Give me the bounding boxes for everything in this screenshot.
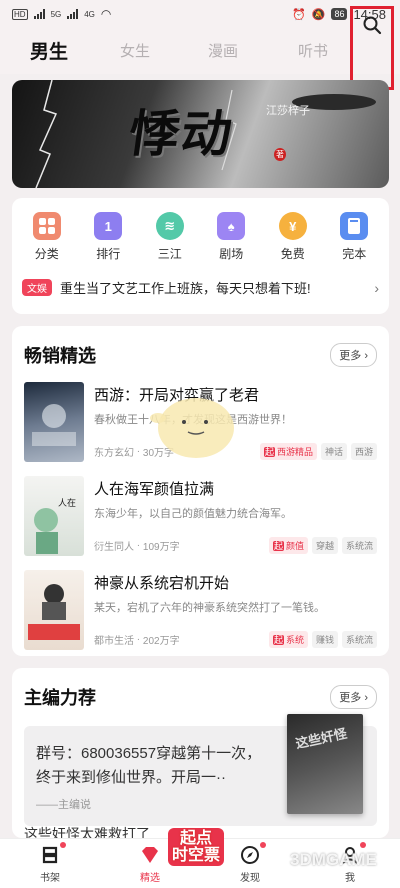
book-cover[interactable]: 这些奸怪 [287, 714, 363, 814]
book-title: 人在海军颜值拉满 [94, 481, 215, 498]
category-item[interactable]: 完本 [329, 212, 379, 262]
rank-icon: 1 [94, 212, 123, 240]
category-label: 免费 [280, 247, 305, 261]
book-tag: 神话 [320, 443, 347, 460]
bookshelf-icon [42, 846, 58, 864]
alarm-icon: ⏰ [292, 8, 306, 21]
book-tag-main: 起西游精品 [259, 443, 317, 460]
book-desc: 东海少年，以自己的颜值魅力统合海军。 [94, 508, 292, 520]
book-title: 神豪从系统宕机开始 [94, 575, 230, 592]
cover-title: 这些奸怪 [294, 725, 349, 752]
hd-badge: HD [12, 8, 28, 20]
diamond-icon [142, 847, 158, 863]
category-item[interactable]: ♠ 剧场 [206, 212, 256, 262]
category-label: 分类 [34, 247, 59, 261]
banner[interactable]: 悸动 江莎梓子 著 [12, 80, 389, 188]
category-item[interactable]: ≋ 三江 [145, 212, 195, 262]
book-desc: 某天，宕机了六年的神豪系统突然打了一笔钱。 [94, 602, 325, 614]
tab-comics[interactable]: 漫画 [208, 40, 238, 61]
book-tag: 系统流 [341, 537, 377, 554]
book-words: 202万字 [142, 636, 180, 647]
banner-title: 悸动 [125, 104, 238, 163]
book-tag: 西游 [350, 443, 377, 460]
top-nav: 男生 女生 漫画 听书 [0, 28, 400, 74]
badge-dot [360, 842, 366, 848]
book-item[interactable]: 人在 人在海军颜值拉满 东海少年，以自己的颜值魅力统合海军。 衍生同人 · 10… [12, 476, 389, 556]
category-item[interactable]: 1 排行 [83, 212, 133, 262]
mascot-icon [150, 398, 234, 458]
book-cover[interactable]: 人在 [24, 476, 84, 556]
book-tag: 系统流 [341, 631, 377, 648]
category-card: 分类 1 排行 ≋ 三江 ♠ 剧场 ¥ 免费 完本 文娱 重生当了文艺工作上班族… [12, 198, 389, 314]
book-words: 109万字 [142, 542, 180, 553]
search-icon [363, 16, 382, 35]
book-icon [340, 212, 369, 240]
category-item[interactable]: ¥ 免费 [268, 212, 318, 262]
book-item[interactable]: 神豪从系统宕机开始 某天，宕机了六年的神豪系统突然打了一笔钱。 都市生活 · 2… [12, 570, 389, 650]
lightning-icon [35, 80, 58, 188]
more-label: 更多 [339, 350, 362, 362]
search-button[interactable] [350, 6, 394, 90]
book-genre: 东方玄幻 [94, 448, 134, 459]
tab-audiobooks[interactable]: 听书 [298, 40, 328, 61]
mute-icon: 🔕 [311, 8, 326, 21]
book-cover[interactable] [24, 570, 84, 650]
yuan-icon: ¥ [278, 212, 307, 240]
category-label: 三江 [157, 247, 182, 261]
more-button[interactable]: 更多 › [330, 343, 377, 367]
chevron-right-icon: › [374, 279, 379, 296]
badge-dot [60, 842, 66, 848]
wifi-icon: ◠ [100, 7, 112, 21]
badge-dot [260, 842, 266, 848]
section-title: 畅销精选 [24, 346, 96, 366]
recommendation-card[interactable]: 群号：680036557穿越第十一次，终于来到修仙世界。开局一·· ——主编说 … [24, 714, 377, 826]
watermark: 3DMGAME [290, 850, 377, 869]
signal-icon [67, 9, 79, 19]
book-genre: 都市生活 [94, 636, 134, 647]
status-bar: HD 5G 4G ◠ ⏰ 🔕 86 14:58 [0, 0, 400, 28]
tab-female[interactable]: 女生 [120, 40, 150, 61]
category-item[interactable]: 分类 [22, 212, 72, 262]
editor-picks-section: 主编力荐 更多 › 群号：680036557穿越第十一次，终于来到修仙世界。开局… [12, 668, 389, 838]
wave-icon: ≋ [155, 212, 184, 240]
category-label: 完本 [342, 247, 367, 261]
compass-icon [241, 846, 259, 864]
book-tag: 穿越 [311, 537, 338, 554]
notice-tag: 文娱 [22, 279, 52, 296]
notice-bar[interactable]: 文娱 重生当了文艺工作上班族，每天只想着下班! › [12, 278, 389, 297]
more-button[interactable]: 更多 › [330, 685, 377, 709]
book-cover[interactable] [24, 382, 84, 462]
book-tag-main: 起系统 [268, 631, 308, 648]
signal-icon [33, 9, 45, 19]
nav-label: 书架 [40, 873, 60, 884]
nav-label: 发现 [240, 873, 260, 884]
battery-icon: 86 [331, 8, 348, 20]
recommendation-text: 群号：680036557穿越第十一次，终于来到修仙世界。开局一·· [36, 745, 262, 786]
recommendation-author: ——主编说 [36, 799, 91, 811]
tab-male[interactable]: 男生 [23, 37, 68, 64]
bestsellers-section: 畅销精选 更多 › 西游：开局对弈赢了老君 春秋做王十八年，才发现这是西游世界！… [12, 326, 389, 656]
signal-label: 5G [50, 9, 62, 19]
nav-label: 精选 [140, 873, 160, 884]
theater-icon: ♠ [217, 212, 246, 240]
category-label: 剧场 [219, 247, 244, 261]
book-tag: 赚钱 [311, 631, 338, 648]
section-title: 主编力荐 [24, 688, 96, 708]
signal-label: 4G [84, 9, 95, 19]
banner-seal: 著 [274, 148, 286, 161]
nav-discover[interactable]: 发现 [220, 842, 280, 884]
notice-text: 重生当了文艺工作上班族，每天只想着下班! [60, 281, 311, 296]
nav-bookshelf[interactable]: 书架 [20, 842, 80, 884]
more-label: 更多 [339, 692, 362, 704]
banner-author: 江莎梓子 [266, 105, 310, 117]
book-genre: 衍生同人 [94, 542, 134, 553]
nav-label: 我 [345, 873, 355, 884]
book-tag-main: 起颜值 [268, 537, 308, 554]
svg-text:人在: 人在 [58, 497, 76, 508]
grid-icon [32, 212, 61, 240]
promo-badge[interactable]: 起点 时空票 [168, 828, 225, 866]
category-label: 排行 [96, 247, 121, 261]
